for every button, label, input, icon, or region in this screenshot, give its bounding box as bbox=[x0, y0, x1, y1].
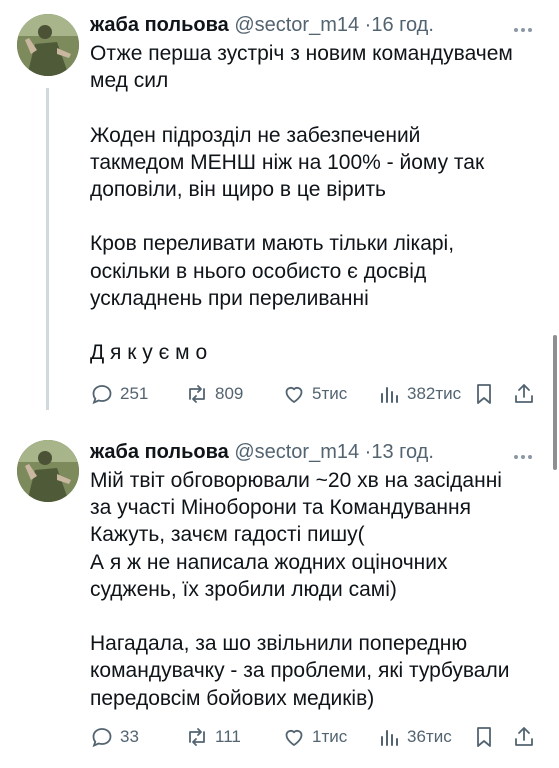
reply-count: 33 bbox=[120, 727, 139, 746]
author-name[interactable]: жаба польова bbox=[90, 14, 229, 36]
avatar[interactable] bbox=[17, 440, 79, 502]
timestamp[interactable]: 13 год. bbox=[371, 441, 434, 463]
views-count: 382тис bbox=[407, 384, 462, 403]
reply-button[interactable]: 251 bbox=[90, 379, 148, 409]
views-button[interactable]: 382тис bbox=[377, 379, 461, 409]
share-icon bbox=[515, 727, 533, 746]
bookmark-icon bbox=[477, 727, 491, 747]
reply-count: 251 bbox=[120, 384, 149, 403]
repost-button[interactable]: 809 bbox=[185, 379, 243, 409]
bookmark-button[interactable] bbox=[472, 722, 502, 752]
like-button[interactable]: 1тис bbox=[282, 722, 347, 752]
tweet-text: Мій твіт обговорювали ~20 хв на засіданн… bbox=[90, 469, 510, 710]
tweet-actions: 33 111 1тис 36тис bbox=[90, 722, 550, 752]
like-button[interactable]: 5тис bbox=[282, 379, 347, 409]
thread-line bbox=[46, 88, 49, 410]
tweet-header: жаба польова @sector_m14 ·16 год. bbox=[90, 12, 434, 38]
like-icon bbox=[285, 386, 303, 403]
tweet-text: Отже перша зустріч з новим командувачем … bbox=[90, 42, 513, 365]
share-icon bbox=[515, 384, 533, 403]
repost-icon bbox=[189, 728, 205, 746]
reply-icon bbox=[92, 385, 112, 405]
avatar[interactable] bbox=[17, 14, 79, 76]
more-icon[interactable] bbox=[513, 20, 533, 36]
views-button[interactable]: 36тис bbox=[377, 722, 452, 752]
bookmark-icon bbox=[477, 384, 491, 404]
repost-count: 111 bbox=[215, 727, 241, 746]
tweet-actions: 251 809 5тис 382тис bbox=[90, 379, 550, 409]
share-button[interactable] bbox=[512, 379, 542, 409]
reply-icon bbox=[92, 728, 112, 748]
like-count: 1тис bbox=[312, 727, 348, 746]
tweet-header: жаба польова @sector_m14 ·13 год. bbox=[90, 439, 434, 465]
scrollbar[interactable] bbox=[553, 335, 557, 470]
views-count: 36тис bbox=[407, 727, 452, 746]
reply-button[interactable]: 33 bbox=[90, 722, 139, 752]
author-handle[interactable]: @sector_m14 bbox=[234, 14, 359, 36]
timestamp[interactable]: 16 год. bbox=[371, 14, 434, 36]
like-icon bbox=[285, 729, 303, 746]
views-icon bbox=[381, 730, 398, 746]
more-icon[interactable] bbox=[513, 447, 533, 463]
repost-icon bbox=[189, 385, 205, 403]
repost-button[interactable]: 111 bbox=[185, 722, 241, 752]
like-count: 5тис bbox=[312, 384, 348, 403]
author-handle[interactable]: @sector_m14 bbox=[234, 441, 359, 463]
author-name[interactable]: жаба польова bbox=[90, 441, 229, 463]
bookmark-button[interactable] bbox=[472, 379, 502, 409]
share-button[interactable] bbox=[512, 722, 542, 752]
views-icon bbox=[381, 387, 398, 403]
repost-count: 809 bbox=[215, 384, 244, 403]
